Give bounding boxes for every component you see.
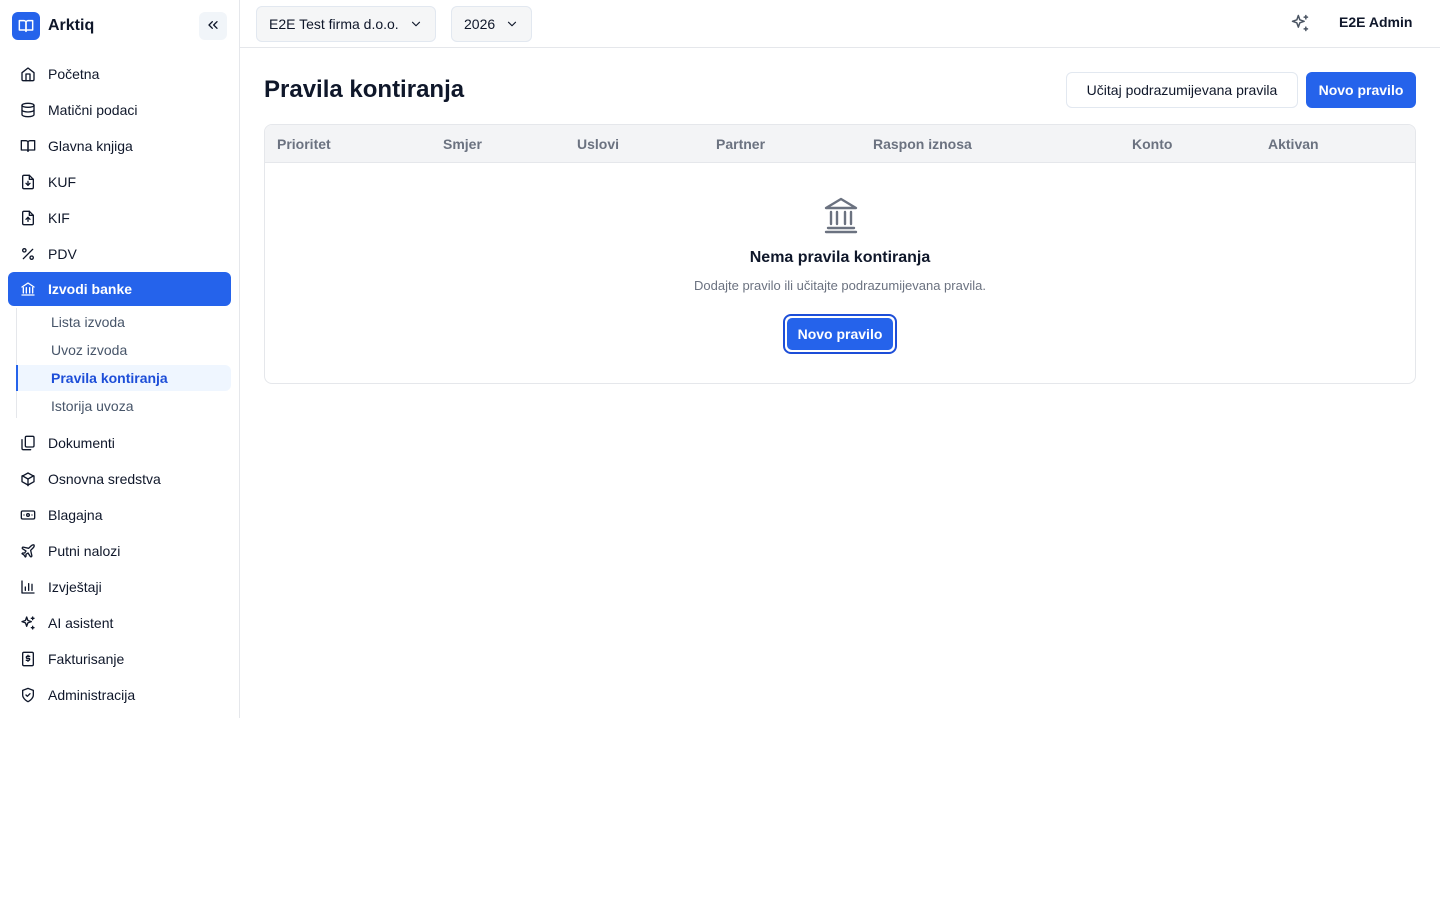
sidebar: Arktiq Početna Matični podaci Glavna knj… bbox=[0, 0, 240, 718]
chevrons-left-icon bbox=[205, 17, 221, 36]
company-select-value: E2E Test firma d.o.o. bbox=[269, 16, 399, 32]
subnav-item-label: Uvoz izvoda bbox=[51, 342, 128, 358]
sparkles-icon bbox=[1290, 13, 1310, 36]
plane-icon bbox=[20, 543, 36, 559]
subnav-item-label: Pravila kontiranja bbox=[51, 370, 168, 386]
empty-state-title: Nema pravila kontiranja bbox=[749, 249, 931, 266]
column-header-prioritet[interactable]: Prioritet bbox=[277, 136, 331, 152]
sidebar-item-label: Fakturisanje bbox=[48, 651, 125, 667]
sidebar-item-maticni-podaci[interactable]: Matični podaci bbox=[8, 93, 231, 127]
sidebar-item-putni-nalozi[interactable]: Putni nalozi bbox=[8, 534, 231, 568]
sidebar-item-label: Dokumenti bbox=[48, 435, 115, 451]
subnav-item-uvoz-izvoda[interactable]: Uvoz izvoda bbox=[16, 337, 231, 363]
sidebar-item-label: KUF bbox=[48, 174, 76, 190]
sidebar-item-kuf[interactable]: KUF bbox=[8, 165, 231, 199]
file-upload-icon bbox=[20, 210, 36, 226]
sidebar-item-osnovna-sredstva[interactable]: Osnovna sredstva bbox=[8, 462, 231, 496]
column-header-konto[interactable]: Konto bbox=[1132, 136, 1172, 152]
subnav-item-lista-izvoda[interactable]: Lista izvoda bbox=[16, 309, 231, 335]
column-header-partner[interactable]: Partner bbox=[716, 136, 765, 152]
year-select-value: 2026 bbox=[464, 16, 496, 32]
app-name: Arktiq bbox=[48, 17, 95, 34]
sidebar-item-pocetna[interactable]: Početna bbox=[8, 57, 231, 91]
empty-state-new-rule-button[interactable]: Novo pravilo bbox=[783, 314, 897, 354]
database-icon bbox=[20, 102, 36, 118]
chevron-down-icon bbox=[505, 17, 519, 31]
invoice-dollar-icon bbox=[20, 651, 36, 667]
company-select[interactable]: E2E Test firma d.o.o. bbox=[256, 6, 436, 42]
sidebar-item-label: Izvještaji bbox=[48, 579, 102, 595]
sidebar-item-label: Matični podaci bbox=[48, 102, 138, 118]
sidebar-item-ai-asistent[interactable]: AI asistent bbox=[8, 606, 231, 640]
sidebar-item-label: Početna bbox=[48, 66, 100, 82]
column-header-raspon-iznosa[interactable]: Raspon iznosa bbox=[873, 136, 972, 152]
rules-table: Prioritet Smjer Uslovi Partner Raspon iz… bbox=[264, 124, 1416, 384]
box-icon bbox=[20, 471, 36, 487]
cash-icon bbox=[20, 507, 36, 523]
book-logo-icon bbox=[12, 12, 40, 40]
percent-icon bbox=[20, 246, 36, 262]
subnav-item-label: Istorija uvoza bbox=[51, 398, 134, 414]
sidebar-item-label: Putni nalozi bbox=[48, 543, 121, 559]
empty-state-new-rule-label: Novo pravilo bbox=[787, 318, 893, 350]
sidebar-item-label: Administracija bbox=[48, 687, 136, 703]
year-select[interactable]: 2026 bbox=[451, 6, 533, 42]
sidebar-item-label: KIF bbox=[48, 210, 70, 226]
shield-check-icon bbox=[20, 687, 36, 703]
documents-icon bbox=[20, 435, 36, 451]
load-default-rules-button[interactable]: Učitaj podrazumijevana pravila bbox=[1066, 72, 1298, 108]
sidebar-item-label: Blagajna bbox=[48, 507, 103, 523]
table-header: Prioritet Smjer Uslovi Partner Raspon iz… bbox=[265, 125, 1415, 163]
subnav-item-pravila-kontiranja[interactable]: Pravila kontiranja bbox=[16, 365, 231, 391]
user-menu[interactable]: E2E Admin bbox=[1339, 14, 1412, 30]
ai-assistant-button[interactable] bbox=[1288, 12, 1312, 36]
home-icon bbox=[20, 66, 36, 82]
column-header-aktivan[interactable]: Aktivan bbox=[1268, 136, 1319, 152]
sidebar-item-dokumenti[interactable]: Dokumenti bbox=[8, 426, 231, 460]
page-title: Pravila kontiranja bbox=[264, 76, 465, 103]
sidebar-item-label: Glavna knjiga bbox=[48, 138, 133, 154]
sidebar-item-fakturisanje[interactable]: Fakturisanje bbox=[8, 642, 231, 676]
empty-state-subtitle: Dodajte pravilo ili učitajte podrazumije… bbox=[694, 278, 986, 293]
column-header-uslovi[interactable]: Uslovi bbox=[577, 136, 619, 152]
book-open-icon bbox=[20, 138, 36, 154]
sidebar-item-kif[interactable]: KIF bbox=[8, 201, 231, 235]
sidebar-item-blagajna[interactable]: Blagajna bbox=[8, 498, 231, 532]
sidebar-item-izvodi-banke[interactable]: Izvodi banke bbox=[8, 272, 231, 306]
subnav-item-label: Lista izvoda bbox=[51, 314, 125, 330]
bank-icon bbox=[20, 281, 36, 297]
new-rule-button[interactable]: Novo pravilo bbox=[1306, 72, 1416, 108]
sidebar-item-label: Izvodi banke bbox=[48, 281, 133, 297]
sidebar-item-glavna-knjiga[interactable]: Glavna knjiga bbox=[8, 129, 231, 163]
sidebar-item-administracija[interactable]: Administracija bbox=[8, 678, 231, 712]
chevron-down-icon bbox=[409, 17, 423, 31]
bar-chart-icon bbox=[20, 579, 36, 595]
sidebar-item-label: PDV bbox=[48, 246, 77, 262]
bank-icon bbox=[823, 195, 859, 235]
brand[interactable]: Arktiq bbox=[12, 12, 94, 40]
file-download-icon bbox=[20, 174, 36, 190]
sidebar-item-pdv[interactable]: PDV bbox=[8, 237, 231, 271]
sidebar-item-izvjestaji[interactable]: Izvještaji bbox=[8, 570, 231, 604]
collapse-sidebar-button[interactable] bbox=[199, 12, 227, 40]
topbar: E2E Test firma d.o.o. 2026 E2E Admin bbox=[240, 0, 1440, 48]
sidebar-item-label: AI asistent bbox=[48, 615, 114, 631]
subnav-item-istorija-uvoza[interactable]: Istorija uvoza bbox=[16, 393, 231, 419]
sidebar-item-label: Osnovna sredstva bbox=[48, 471, 161, 487]
column-header-smjer[interactable]: Smjer bbox=[443, 136, 482, 152]
sparkles-icon bbox=[20, 615, 36, 631]
